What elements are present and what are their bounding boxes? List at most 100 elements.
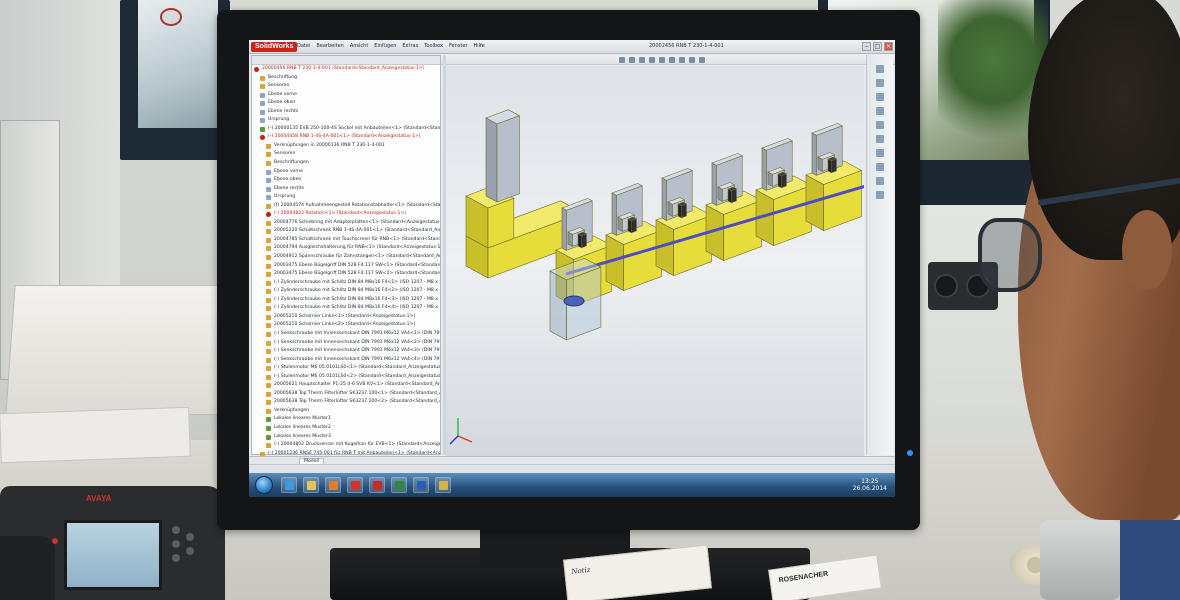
feature-tree-item[interactable]: (-) Stulenmotor M6 05.0101LS0<1> (Standa… xyxy=(252,364,440,373)
hide-show-icon[interactable] xyxy=(679,57,685,63)
feature-tree-item[interactable]: Lokales lineares Muster1 xyxy=(252,415,440,424)
feature-tree-item[interactable]: Sensoren xyxy=(252,150,440,159)
options-icon[interactable] xyxy=(876,191,884,199)
feature-tree-tabs[interactable] xyxy=(252,56,440,65)
feature-tree-item[interactable]: 20005210 Scharnier Links<2> (Standard<An… xyxy=(252,321,440,330)
feature-tree-item[interactable]: 20005638 Top Therm Filterlüfter SK3237.1… xyxy=(252,390,440,399)
feature-tree-item[interactable]: (-) Senkschraube mit Innensechskant DIN … xyxy=(252,339,440,348)
power-led-icon[interactable] xyxy=(907,450,913,456)
feature-tree-item[interactable]: Beschriftung xyxy=(252,74,440,83)
appearance-icon[interactable] xyxy=(689,57,695,63)
feature-tree-item[interactable]: Lokales lineares Muster2 xyxy=(252,424,440,433)
feature-tree-item[interactable]: Lokales lineares Muster3 xyxy=(252,433,440,442)
taskbar-clock[interactable]: 13:25 26.06.2014 xyxy=(853,478,887,492)
feature-tree-item[interactable]: (-) Senkschraube mit Innensechskant DIN … xyxy=(252,330,440,339)
zoom-to-fit-icon[interactable] xyxy=(619,57,625,63)
feature-tree-item[interactable]: 20005220 Schaltschrank RNB 1-4S-4A-001<1… xyxy=(252,227,440,236)
pdm-icon[interactable] xyxy=(369,477,385,493)
feature-tree-item[interactable]: Ebene rechts xyxy=(252,108,440,117)
folder-icon[interactable] xyxy=(435,477,451,493)
view-orientation-icon[interactable] xyxy=(659,57,665,63)
feature-tree-item[interactable]: Ebene oben xyxy=(252,99,440,108)
feature-tree-item[interactable]: (-) Zylinderschraube mit Schlitz DIN 84 … xyxy=(252,287,440,296)
custom-properties-icon[interactable] xyxy=(876,135,884,143)
feature-tree-item[interactable]: (-) Zylinderschraube mit Schlitz DIN 84 … xyxy=(252,304,440,313)
close-icon[interactable]: × xyxy=(884,42,893,51)
menu-item[interactable]: Toolbox xyxy=(424,43,443,49)
feature-tree-item[interactable]: Ursprung xyxy=(252,116,440,125)
file-explorer-icon[interactable] xyxy=(876,93,884,101)
engineer-person xyxy=(978,0,1180,600)
ie-icon[interactable] xyxy=(281,477,297,493)
feature-tree-label: 20005210 Scharnier Links<1> (Standard<An… xyxy=(274,313,416,319)
feature-tree-item[interactable]: 20004776 Schiebring mit Adapterplatten<1… xyxy=(252,219,440,228)
menu-item[interactable]: Fenster xyxy=(449,43,468,49)
excel-icon[interactable] xyxy=(391,477,407,493)
feature-tree-item[interactable]: Verknüpfungen in 20000136 RNB T 230-1-4-… xyxy=(252,142,440,151)
outlook-icon[interactable] xyxy=(325,477,341,493)
view-toolbar xyxy=(429,55,895,65)
tools-icon[interactable] xyxy=(876,163,884,171)
feature-tree-label: Lokales lineares Muster3 xyxy=(274,433,331,439)
menu-item[interactable]: Einfügen xyxy=(374,43,396,49)
section-view-icon[interactable] xyxy=(649,57,655,63)
feature-tree-item[interactable]: 20004794 Ausgleichshalterung für RNB<1> … xyxy=(252,244,440,253)
loose-paper xyxy=(0,406,191,464)
feature-tree-item[interactable]: 20005621 Hauptschalter P1-25 4-6 SVB KV<… xyxy=(252,381,440,390)
word-icon[interactable] xyxy=(413,477,429,493)
menu-item[interactable]: Extras xyxy=(402,43,418,49)
menu-item[interactable]: Hilfe xyxy=(473,43,484,49)
view-palette-icon[interactable] xyxy=(876,107,884,115)
feature-tree-item[interactable]: Ebene vorne xyxy=(252,168,440,177)
component-icon xyxy=(266,161,271,167)
menu-item[interactable]: Ansicht xyxy=(350,43,368,49)
maximize-icon[interactable]: □ xyxy=(873,42,882,51)
feature-tree-item[interactable]: 20004785 Schaltschrank mit Touchscreen f… xyxy=(252,236,440,245)
feature-tree-item[interactable]: Beschriftungen xyxy=(252,159,440,168)
menu-item[interactable]: Bearbeiten xyxy=(316,43,343,49)
feature-tree-item[interactable]: (-) Zylinderschraube mit Schlitz DIN 84 … xyxy=(252,279,440,288)
feature-tree-item[interactable]: Ebene vorne xyxy=(252,91,440,100)
graphics-viewport[interactable] xyxy=(446,66,867,456)
feature-tree-item[interactable]: Ursprung xyxy=(252,193,440,202)
feature-tree-item[interactable]: (f) 20004574 Aufnahmeengestell Rotations… xyxy=(252,202,440,211)
feature-tree-item[interactable]: (-) 20004802 Drucksensor mit Kugelhan fü… xyxy=(252,441,440,450)
feature-tree-item[interactable]: (-) Stulenmotor M6 05.0101LS0<2> (Standa… xyxy=(252,373,440,382)
feature-tree-item[interactable]: 20005638 Top Therm Filterlüfter SK3237.1… xyxy=(252,398,440,407)
feature-tree-label: 20004776 Schiebring mit Adapterplatten<1… xyxy=(274,219,440,225)
measure-icon[interactable] xyxy=(876,177,884,185)
feature-tree-item[interactable]: 20003475 Ebese Bügelgriff DIN 528 F4.117… xyxy=(252,262,440,271)
zoom-area-icon[interactable] xyxy=(629,57,635,63)
solidworks-icon[interactable] xyxy=(347,477,363,493)
solidworks-logo[interactable]: SolidWorks xyxy=(251,42,298,52)
feature-tree-item[interactable]: 20004912 Spannschraube für Zahnstangen<1… xyxy=(252,253,440,262)
feature-tree-item[interactable]: Ebene rechts xyxy=(252,185,440,194)
feature-tree-item[interactable]: Ebene oben xyxy=(252,176,440,185)
start-button-icon[interactable] xyxy=(255,476,273,494)
design-library-icon[interactable] xyxy=(876,79,884,87)
feature-tree-item[interactable]: 20003475 Ebese Bügelgriff DIN 528 F4.117… xyxy=(252,270,440,279)
feature-tree-item[interactable]: (-) Senkschraube mit Innensechskant DIN … xyxy=(252,347,440,356)
menu-item[interactable]: Datei xyxy=(297,43,310,49)
feature-tree-item[interactable]: (-) Senkschraube mit Innensechskant DIN … xyxy=(252,356,440,365)
feature-tree-item[interactable]: 20000456 RNB T 230-1-4-001 (Standard<Sta… xyxy=(252,65,440,74)
feature-tree-item[interactable]: (-) 20004458 RNB 1-4S-4A-001<1> (Standar… xyxy=(252,133,440,142)
feature-tree-label: Ebene vorne xyxy=(274,168,303,174)
assembly-model[interactable] xyxy=(446,66,867,456)
feature-tree-item[interactable]: (-) Zylinderschraube mit Schlitz DIN 84 … xyxy=(252,296,440,305)
explorer-icon[interactable] xyxy=(303,477,319,493)
feature-tree-item[interactable]: (-) 20004822 Rotation<1> (Standard<Anzei… xyxy=(252,210,440,219)
appearances-icon[interactable] xyxy=(876,121,884,129)
resources-icon[interactable] xyxy=(876,65,884,73)
feature-tree-item[interactable]: Sensoren xyxy=(252,82,440,91)
toolbox-icon[interactable] xyxy=(876,149,884,157)
phone-key xyxy=(186,533,194,541)
feature-tree-item[interactable]: 20005210 Scharnier Links<1> (Standard<An… xyxy=(252,313,440,322)
scene-icon[interactable] xyxy=(699,57,705,63)
minimize-icon[interactable]: – xyxy=(862,42,871,51)
display-style-icon[interactable] xyxy=(669,57,675,63)
station-unit-0-side xyxy=(577,233,582,249)
feature-tree-item[interactable]: (-) 20000135 EVB 250-100-4S Sockel mit A… xyxy=(252,125,440,134)
previous-view-icon[interactable] xyxy=(639,57,645,63)
feature-tree-item[interactable]: Verknüpfungen xyxy=(252,407,440,416)
